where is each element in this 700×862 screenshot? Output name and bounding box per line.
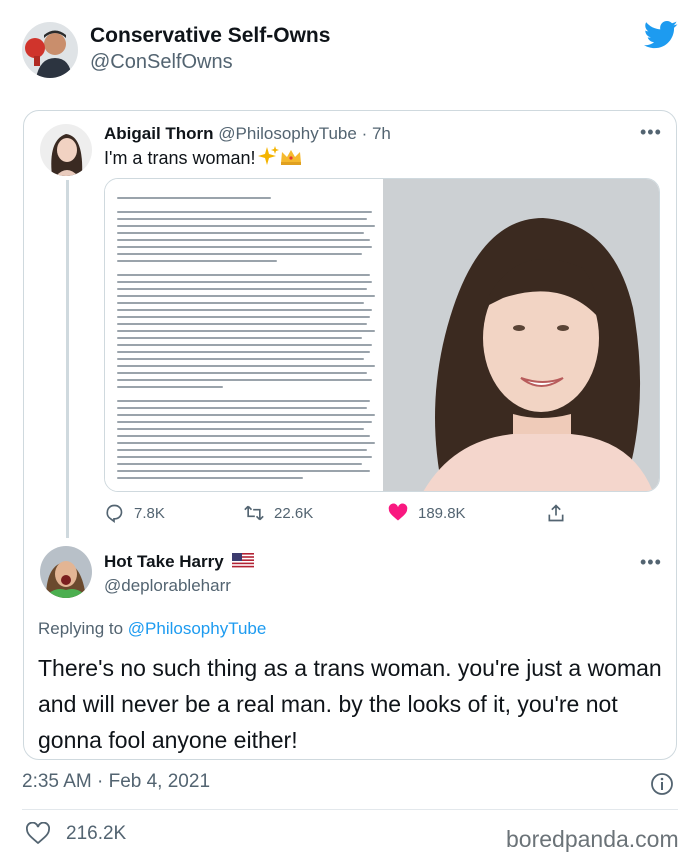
conservative-self-owns-avatar[interactable] (22, 22, 78, 78)
replying-to-line: Replying to @PhilosophyTube (38, 619, 266, 639)
crown-icon (281, 150, 301, 165)
share-button[interactable] (546, 503, 566, 523)
quoted-tweet-more-icon[interactable]: ••• (640, 122, 662, 143)
reply-more-icon[interactable]: ••• (640, 552, 662, 573)
replying-to-handle-link[interactable]: @PhilosophyTube (128, 619, 267, 638)
outer-tweet-author-handle[interactable]: @ConSelfOwns (90, 51, 233, 74)
quoted-tweet-author-name[interactable]: Abigail Thorn (104, 124, 214, 143)
sparkles-crown-emoji (258, 145, 302, 167)
quoted-tweet-time[interactable]: · 7h (362, 124, 391, 143)
outer-like-count: 216.2K (66, 823, 127, 844)
heart-outline-icon (26, 822, 50, 845)
footer-divider (22, 809, 678, 810)
reply-author-handle[interactable]: @deplorableharr (104, 576, 231, 596)
abigail-thorn-avatar[interactable] (40, 124, 92, 176)
reply-author-name[interactable]: Hot Take Harry (104, 552, 224, 572)
us-flag-icon (232, 553, 254, 568)
quoted-tweet-header: Abigail Thorn @PhilosophyTube · 7h (104, 124, 391, 144)
info-icon[interactable] (650, 772, 674, 796)
outer-like-button[interactable]: 216.2K (26, 822, 126, 846)
heart-icon (388, 503, 408, 521)
retweet-button[interactable]: 22.6K (244, 503, 313, 523)
thread-connector-line (66, 180, 69, 538)
reply-button[interactable]: 7.8K (104, 503, 165, 523)
hot-take-harry-avatar[interactable] (40, 546, 92, 598)
retweet-icon (244, 505, 264, 521)
outer-tweet-author-name[interactable]: Conservative Self-Owns (90, 24, 330, 48)
quoted-tweet-media[interactable] (104, 178, 660, 492)
retweet-count: 22.6K (274, 504, 314, 522)
portrait-photo (383, 179, 659, 491)
reply-count: 7.8K (134, 504, 165, 522)
reply-tweet-text: There's no such thing as a trans woman. … (38, 655, 662, 753)
boredpanda-watermark: boredpanda.com (506, 826, 679, 852)
like-count: 189.8K (418, 504, 466, 522)
sparkles-icon (258, 146, 279, 165)
tweet-timestamp[interactable]: 2:35 AM · Feb 4, 2021 (22, 771, 210, 793)
quoted-tweet-author-handle[interactable]: @PhilosophyTube (218, 124, 357, 143)
quoted-tweet-text: I'm a trans woman! (104, 148, 256, 168)
statement-document-image (105, 179, 383, 491)
replying-to-prefix: Replying to (38, 619, 124, 638)
twitter-bird-icon[interactable] (644, 20, 678, 50)
like-button[interactable]: 189.8K (388, 503, 466, 523)
share-icon (548, 504, 564, 522)
reply-icon (106, 504, 123, 523)
